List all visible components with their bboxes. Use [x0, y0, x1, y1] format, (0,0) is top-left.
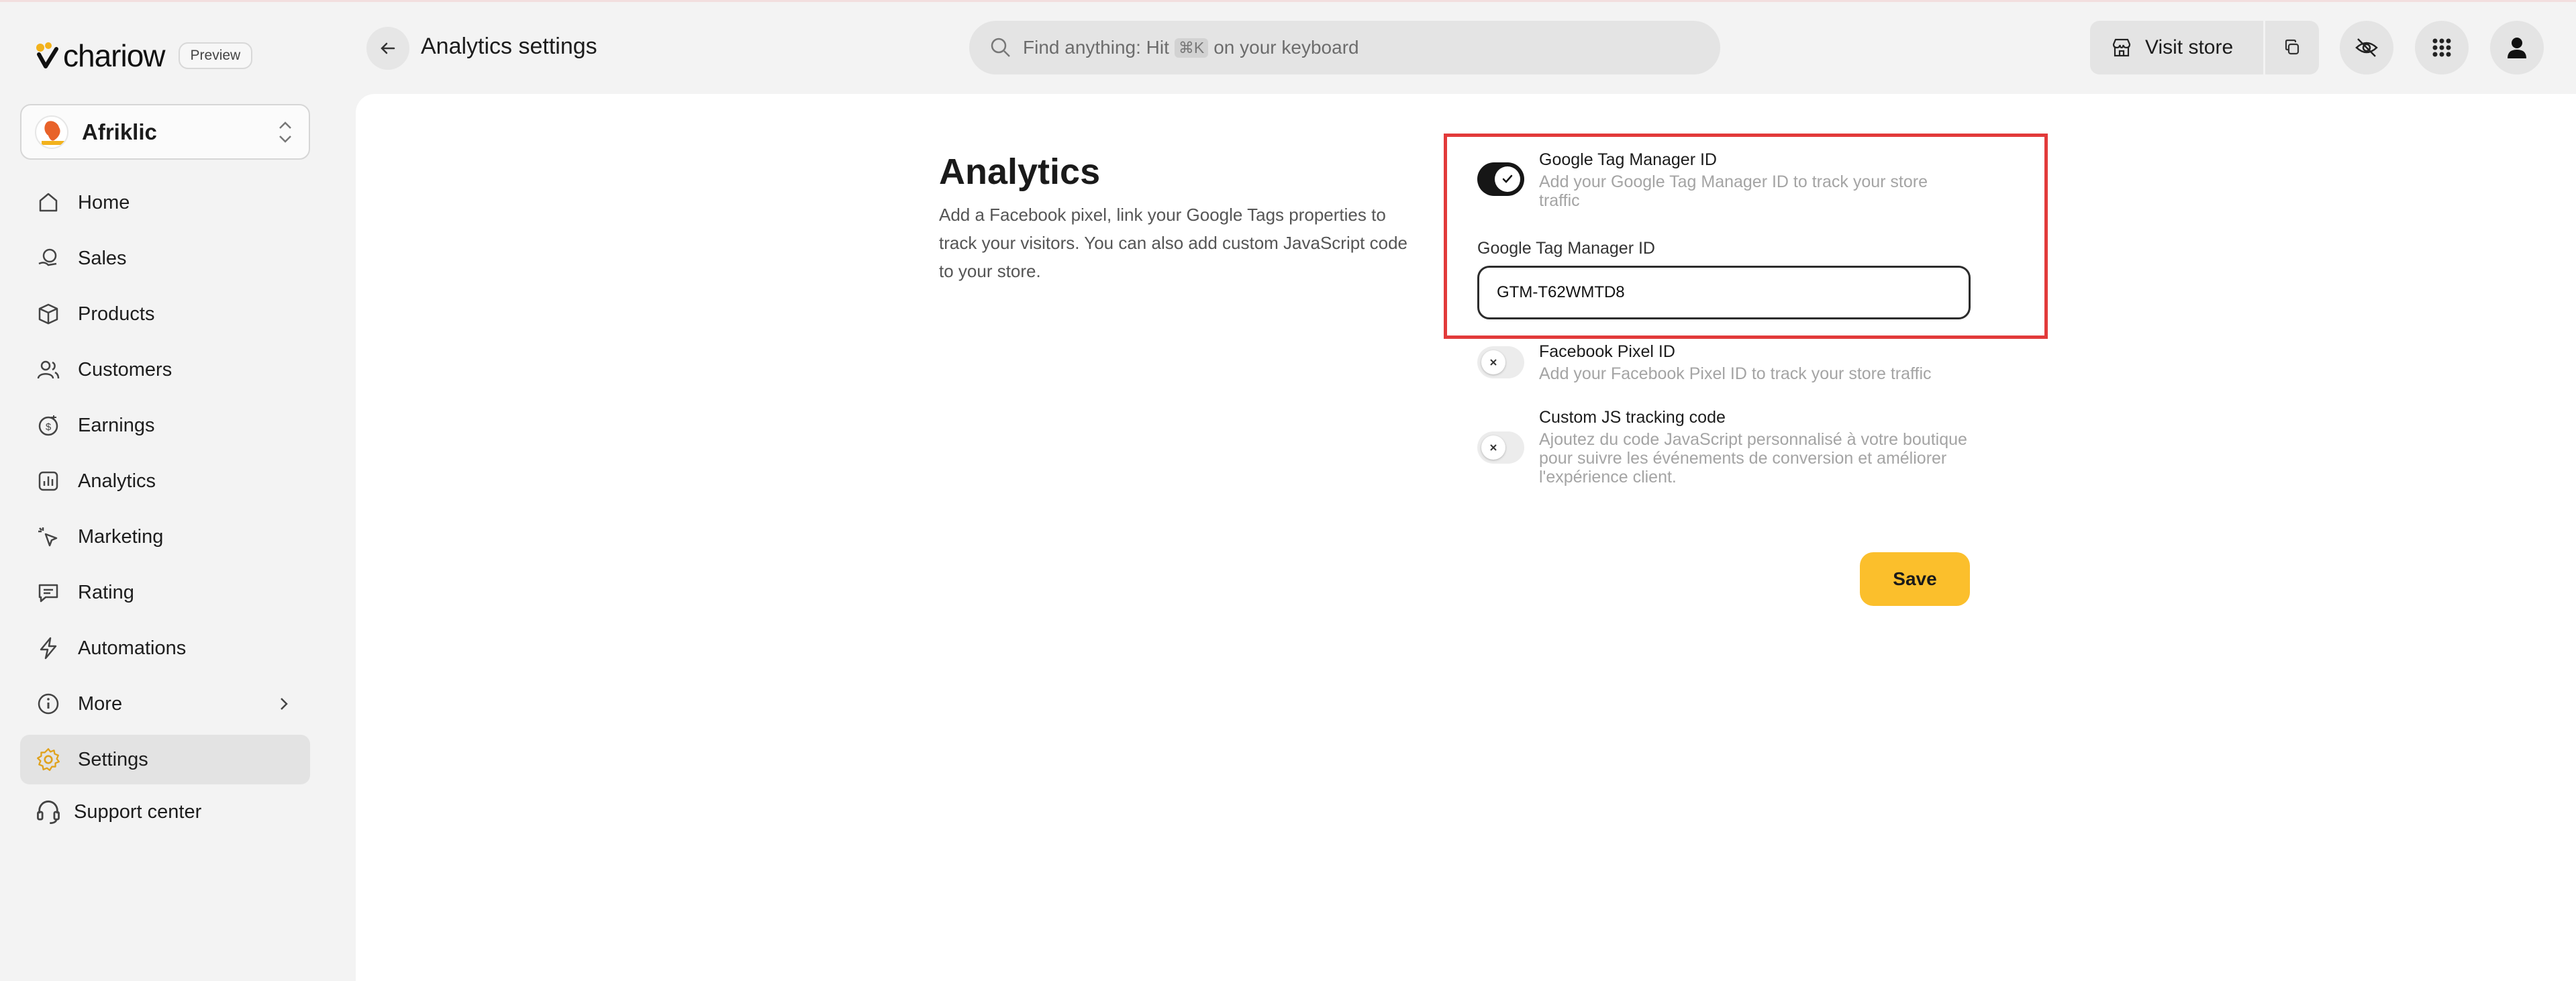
custom-js-option-title: Custom JS tracking code [1539, 408, 1726, 427]
page-title: Analytics settings [421, 34, 597, 59]
sidebar-item-settings[interactable]: Settings [20, 735, 310, 784]
brand-name: chariow [63, 38, 166, 73]
store-name: Afriklic [82, 119, 157, 144]
check-icon [1502, 174, 1513, 183]
svg-text:$: $ [46, 421, 52, 433]
apps-button[interactable] [2415, 21, 2469, 74]
sidebar-item-label: Rating [78, 581, 134, 603]
bolt-icon [35, 635, 62, 662]
chariow-logo-icon [34, 40, 60, 72]
sidebar-item-label: Home [78, 191, 130, 213]
store-icon [2112, 38, 2131, 57]
sidebar-item-products[interactable]: Products [20, 289, 310, 339]
gtm-toggle[interactable] [1477, 162, 1524, 196]
custom-js-toggle[interactable] [1477, 431, 1524, 464]
box-icon [35, 301, 62, 327]
support-center-label: Support center [74, 801, 202, 823]
store-selector[interactable]: Afriklic [20, 104, 310, 160]
sidebar-item-customers[interactable]: Customers [20, 345, 310, 395]
sidebar-item-home[interactable]: Home [20, 178, 310, 227]
store-avatar [35, 115, 68, 149]
coin-icon: $ [35, 412, 62, 439]
section-title: Analytics [939, 152, 1101, 192]
gtm-field-label: Google Tag Manager ID [1477, 239, 1655, 258]
back-button[interactable] [366, 27, 409, 70]
user-menu-button[interactable] [2490, 21, 2544, 74]
preview-badge: Preview [178, 42, 253, 69]
info-icon [35, 690, 62, 717]
support-center-link[interactable]: Support center [35, 798, 201, 825]
search-icon [991, 38, 1010, 57]
gtm-id-input[interactable] [1477, 266, 1971, 319]
shortcut-key: ⌘K [1174, 38, 1209, 58]
sidebar-item-label: More [78, 692, 123, 715]
chevron-right-icon [281, 698, 288, 710]
visit-store-label: Visit store [2145, 36, 2234, 58]
gtm-option-description: Add your Google Tag Manager ID to track … [1539, 172, 1928, 210]
toggle-knob [1481, 435, 1505, 460]
sidebar-item-label: Products [78, 303, 155, 325]
users-icon [35, 356, 62, 383]
sidebar-item-more[interactable]: More [20, 679, 310, 729]
sidebar-item-sales[interactable]: Sales [20, 234, 310, 283]
facebook-option-title: Facebook Pixel ID [1539, 342, 1675, 361]
search-suffix: on your keyboard [1213, 37, 1359, 58]
grid-icon [2432, 38, 2451, 57]
sidebar-item-label: Analytics [78, 470, 156, 492]
sidebar-item-earnings[interactable]: $ Earnings [20, 401, 310, 450]
sidebar-item-label: Sales [78, 247, 127, 269]
toggle-knob [1481, 350, 1505, 374]
arrow-left-icon [381, 42, 395, 54]
gear-icon [35, 746, 62, 773]
section-description: Add a Facebook pixel, link your Google T… [939, 205, 1408, 281]
visit-store-button[interactable]: Visit store [2090, 21, 2263, 74]
sidebar-item-rating[interactable]: Rating [20, 568, 310, 617]
search-prefix: Find anything: Hit [1023, 37, 1169, 58]
gtm-option-title: Google Tag Manager ID [1539, 150, 1717, 169]
facebook-pixel-toggle[interactable] [1477, 346, 1524, 378]
sidebar-item-marketing[interactable]: Marketing [20, 512, 310, 562]
sidebar-item-automations[interactable]: Automations [20, 623, 310, 673]
sales-icon [35, 245, 62, 272]
save-button[interactable]: Save [1860, 552, 1970, 606]
sidebar-nav: Home Sales Products Customers $ Earnings [20, 178, 310, 790]
copy-link-button[interactable] [2265, 21, 2319, 74]
user-icon [2508, 38, 2526, 58]
hide-preview-button[interactable] [2340, 21, 2393, 74]
sidebar-item-analytics[interactable]: Analytics [20, 456, 310, 506]
brand-logo[interactable]: chariow Preview [34, 38, 253, 74]
sidebar-item-label: Marketing [78, 525, 164, 548]
sidebar-item-label: Earnings [78, 414, 155, 436]
cursor-click-icon [35, 523, 62, 550]
chevron-updown-icon [279, 121, 291, 143]
chart-icon [35, 468, 62, 495]
copy-icon [2285, 39, 2299, 55]
sidebar-item-label: Settings [78, 748, 148, 770]
facebook-option-description: Add your Facebook Pixel ID to track your… [1539, 364, 1932, 383]
search-bar[interactable]: Find anything: Hit ⌘K on your keyboard [969, 21, 1720, 74]
message-icon [35, 579, 62, 606]
top-border [0, 0, 2576, 2]
close-icon [1490, 444, 1497, 451]
sidebar: chariow Preview Afriklic Home Sales Prod… [0, 0, 356, 981]
sidebar-item-label: Customers [78, 358, 172, 380]
custom-js-option-description: Ajoutez du code JavaScript personnalisé … [1539, 430, 1967, 486]
home-icon [35, 189, 62, 216]
close-icon [1490, 359, 1497, 366]
sidebar-item-label: Automations [78, 637, 187, 659]
eye-off-icon [2355, 38, 2378, 57]
toggle-knob [1495, 166, 1520, 192]
headset-icon [37, 801, 60, 825]
